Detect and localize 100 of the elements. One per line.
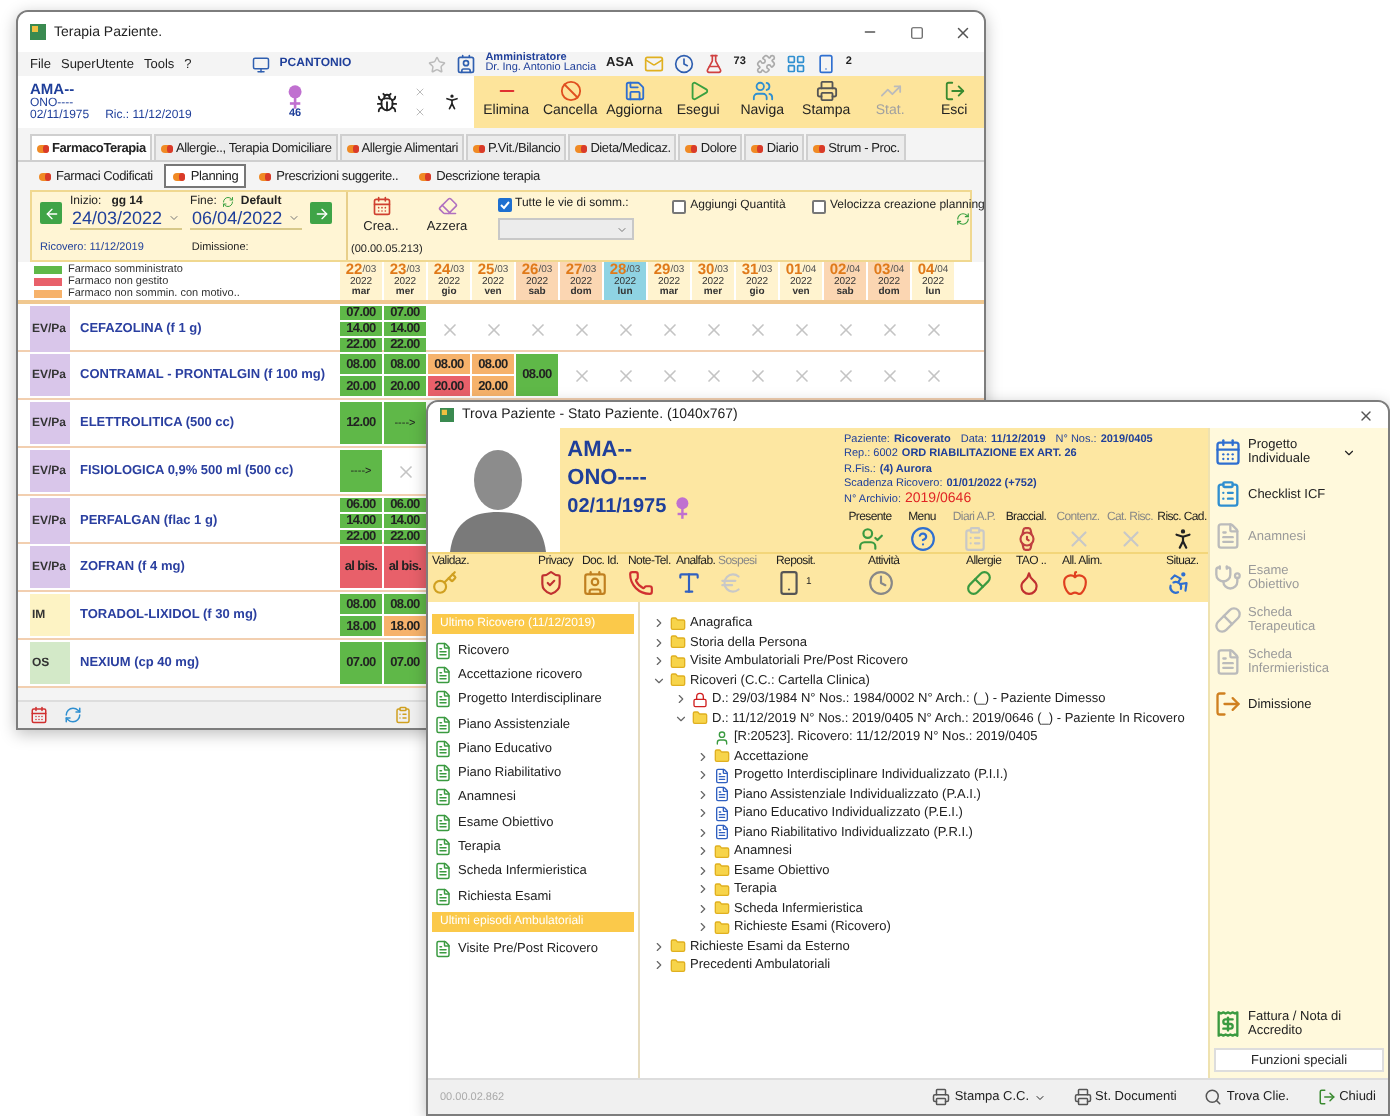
close-icon	[1358, 407, 1374, 423]
end-date-field[interactable]: 06/04/2022	[190, 208, 303, 231]
expand-icon[interactable]	[652, 635, 666, 650]
patient-name: ONO----	[567, 468, 649, 490]
expand-icon[interactable]	[696, 901, 710, 916]
cross-icon	[527, 319, 547, 339]
patient-surname: AMA--	[567, 440, 635, 462]
cross-icon	[571, 319, 591, 339]
key-icon	[432, 570, 458, 596]
next-button[interactable]	[310, 202, 333, 225]
expand-icon[interactable]	[696, 768, 710, 783]
document-icon	[434, 715, 452, 734]
checkbox[interactable]	[672, 200, 687, 214]
cross-icon	[747, 319, 767, 339]
exit-icon	[1214, 690, 1242, 718]
accessibility-icon	[1166, 570, 1192, 596]
document-icon	[434, 764, 452, 783]
play-icon	[687, 80, 710, 102]
calendar-icon[interactable]	[30, 706, 48, 724]
save-icon	[623, 80, 646, 102]
receipt-icon	[1214, 1010, 1242, 1038]
refresh-icon[interactable]	[956, 212, 970, 226]
pill-icon	[258, 169, 273, 183]
document-icon	[434, 690, 452, 709]
printer-icon	[815, 80, 838, 102]
expand-icon[interactable]	[674, 692, 688, 707]
cross-icon	[414, 106, 427, 118]
caret-icon	[615, 223, 628, 235]
cross-icon	[879, 319, 899, 339]
star-icon	[427, 55, 446, 73]
expand-icon[interactable]	[652, 673, 666, 688]
clipboard-icon	[961, 525, 987, 551]
cross-icon	[615, 365, 635, 385]
eraser-icon	[437, 196, 458, 216]
expand-icon[interactable]	[674, 711, 688, 726]
chart-icon	[879, 80, 902, 102]
expand-icon[interactable]	[696, 882, 710, 897]
calendar-icon	[371, 196, 392, 216]
caret-icon	[1342, 445, 1356, 459]
grid-icon[interactable]	[785, 54, 806, 74]
cross-icon	[923, 365, 943, 385]
user-check-icon	[857, 525, 883, 551]
document-icon	[434, 887, 452, 906]
exit-icon	[1317, 1088, 1336, 1106]
start-date-field[interactable]: 24/03/2022	[70, 208, 183, 231]
close-icon	[953, 23, 971, 41]
clock-icon	[868, 570, 894, 596]
expand-icon[interactable]	[652, 616, 666, 631]
euro-icon	[718, 570, 744, 596]
expand-icon[interactable]	[696, 863, 710, 878]
cross-icon	[483, 319, 503, 339]
pill-icon	[812, 141, 827, 155]
flask-icon[interactable]	[703, 54, 724, 74]
document-icon	[434, 788, 452, 807]
clock-icon[interactable]	[673, 54, 694, 74]
expand-icon[interactable]	[652, 654, 666, 669]
pill-icon	[966, 570, 992, 596]
previous-button[interactable]	[40, 202, 62, 225]
expand-icon[interactable]	[652, 939, 666, 954]
cross-icon	[791, 319, 811, 339]
document-icon	[1214, 648, 1242, 676]
user-card-icon	[455, 54, 476, 74]
refresh-icon[interactable]	[64, 706, 82, 724]
ban-icon	[559, 80, 582, 102]
expand-icon[interactable]	[696, 825, 710, 840]
help-icon	[909, 525, 935, 551]
caret-icon	[168, 212, 181, 225]
document-icon	[1214, 522, 1242, 550]
folder-icon	[714, 748, 730, 765]
checkbox[interactable]	[497, 198, 512, 212]
expand-icon[interactable]	[696, 920, 710, 935]
cross-icon	[703, 365, 723, 385]
female-icon	[286, 83, 305, 110]
document-icon	[434, 813, 452, 832]
pill-icon	[345, 141, 360, 155]
stethoscope-icon	[1214, 564, 1242, 592]
expand-icon[interactable]	[696, 787, 710, 802]
document-icon	[434, 665, 452, 684]
checklist-icon	[1214, 480, 1242, 508]
id-card-icon	[582, 570, 608, 596]
expand-icon[interactable]	[696, 806, 710, 821]
printer-icon	[932, 1088, 951, 1106]
cross-icon	[395, 461, 415, 481]
cross-icon	[414, 86, 427, 98]
expand-icon[interactable]	[652, 958, 666, 973]
expand-icon[interactable]	[696, 844, 710, 859]
cross-icon	[659, 319, 679, 339]
smartphone-icon[interactable]	[815, 54, 836, 74]
cross-icon	[571, 365, 591, 385]
checkbox[interactable]	[812, 200, 826, 214]
cross-icon	[835, 319, 855, 339]
user-icon	[714, 729, 730, 746]
expand-icon[interactable]	[696, 749, 710, 764]
pill-icon	[1214, 606, 1242, 634]
smartphone-icon	[776, 570, 802, 596]
document-icon	[434, 939, 452, 958]
document-icon	[434, 862, 452, 881]
apple-icon	[1062, 570, 1088, 596]
document-icon	[434, 739, 452, 758]
caret-icon	[1033, 1091, 1046, 1103]
